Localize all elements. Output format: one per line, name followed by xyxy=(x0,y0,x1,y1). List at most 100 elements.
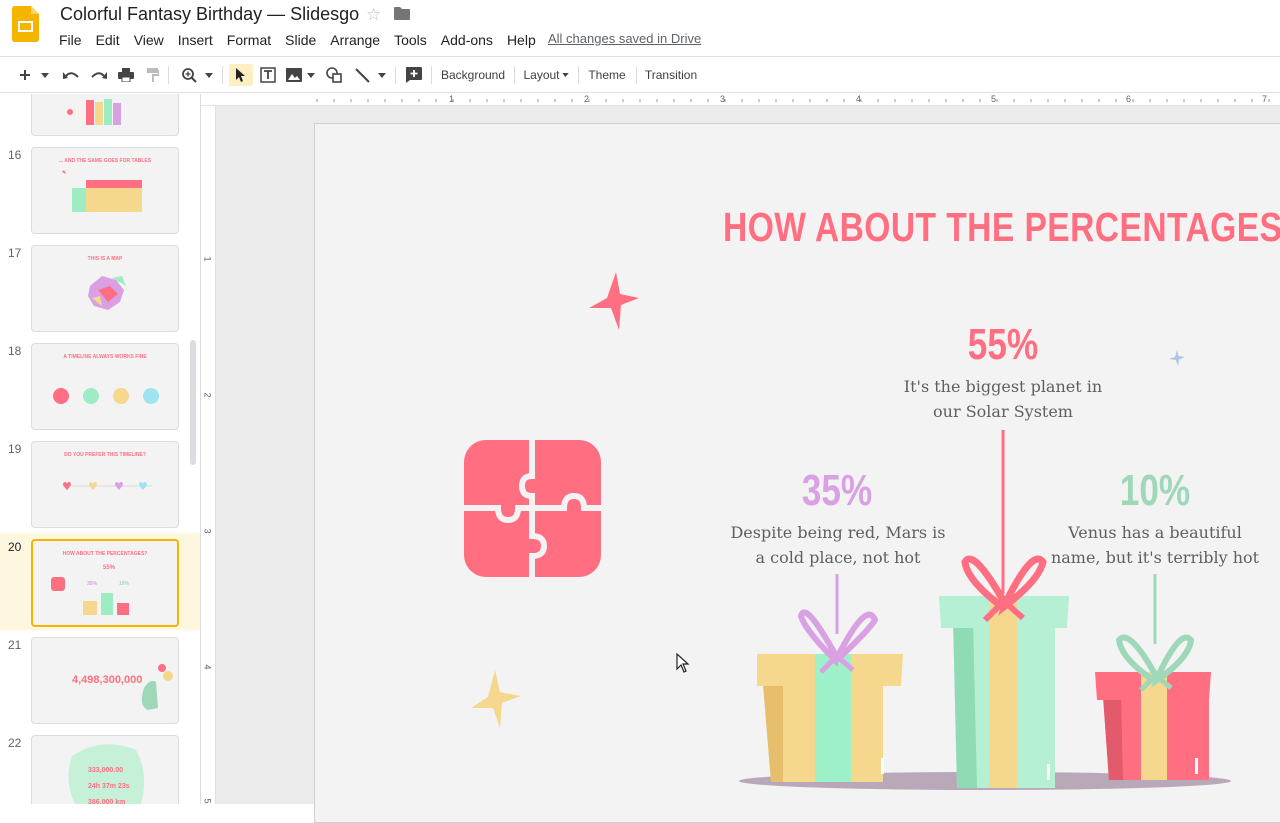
redo-icon xyxy=(91,72,107,79)
ruler-label: 6 xyxy=(1126,94,1132,104)
cursor-arrow-icon xyxy=(236,68,245,82)
blue-star-icon[interactable] xyxy=(1169,350,1185,366)
svg-text:♥: ♥ xyxy=(114,480,124,493)
slide-number: 21 xyxy=(8,638,22,652)
star-icon[interactable]: ☆ xyxy=(366,5,381,25)
new-slide-dropdown[interactable] xyxy=(38,64,52,86)
line-tool[interactable] xyxy=(350,64,374,86)
background-button[interactable]: Background xyxy=(436,64,510,86)
folder-icon[interactable] xyxy=(394,7,410,20)
yellow-star-icon[interactable] xyxy=(471,670,521,728)
toolbar: Background Layout Theme Transition xyxy=(0,56,1280,93)
svg-text:386,000 km: 386,000 km xyxy=(88,799,125,804)
insert-image-dropdown[interactable] xyxy=(305,64,317,86)
app-header: Colorful Fantasy Birthday — Slidesgo ☆ F… xyxy=(0,0,1280,56)
menu-insert[interactable]: Insert xyxy=(171,30,220,50)
slide-thumbnail-20[interactable]: HOW ABOUT THE PERCENTAGES? 55% 35% 10% xyxy=(31,539,179,627)
caret-down-icon xyxy=(307,72,315,78)
menu-slide[interactable]: Slide xyxy=(278,30,323,50)
theme-button[interactable]: Theme xyxy=(583,64,631,86)
layout-button[interactable]: Layout xyxy=(519,64,573,86)
line-tool-dropdown[interactable] xyxy=(376,64,388,86)
gift-boxes-illustration[interactable] xyxy=(735,424,1235,804)
thumbnail-dinosaur-image xyxy=(141,664,173,710)
caret-down-icon xyxy=(41,72,49,78)
stat-description-55[interactable]: It's the biggest planet in our Solar Sys… xyxy=(873,374,1133,424)
ruler-label: 2 xyxy=(202,392,213,398)
thumbnail-chart-image xyxy=(67,99,121,125)
slide-title[interactable]: HOW ABOUT THE PERCENTAGES? xyxy=(723,204,1280,251)
menu-addons[interactable]: Add-ons xyxy=(434,30,500,50)
insert-image-button[interactable] xyxy=(283,64,305,86)
slide-20-canvas[interactable]: HOW ABOUT THE PERCENTAGES? 55% It's the … xyxy=(314,123,1280,823)
filmstrip-scrollbar[interactable] xyxy=(190,340,196,465)
svg-text:10%: 10% xyxy=(119,581,130,587)
ruler-label: 5 xyxy=(202,798,213,804)
redo-button[interactable] xyxy=(86,64,112,86)
puzzle-icon[interactable] xyxy=(464,440,602,578)
shape-tool[interactable] xyxy=(322,64,346,86)
ruler-label: 5 xyxy=(991,94,997,104)
paint-format-button[interactable] xyxy=(141,64,165,86)
slide-thumbnail-15[interactable] xyxy=(31,94,179,136)
slide-thumbnail-21[interactable]: 4,498,300,000 xyxy=(31,637,179,724)
horizontal-ruler[interactable]: 1 2 3 4 5 6 7 xyxy=(201,94,1280,106)
select-tool[interactable] xyxy=(229,64,253,86)
menu-help[interactable]: Help xyxy=(500,30,543,50)
slide-thumbnail-18[interactable]: A TIMELINE ALWAYS WORKS FINE xyxy=(31,343,179,430)
print-button[interactable] xyxy=(113,64,139,86)
slide-thumbnail-19[interactable]: DO YOU PREFER THIS TIMELINE? ♥ ♥ ♥ ♥ xyxy=(31,441,179,528)
svg-text:55%: 55% xyxy=(103,565,116,571)
slides-logo-icon[interactable] xyxy=(12,6,39,42)
text-box-icon xyxy=(260,67,276,83)
svg-text:♥: ♥ xyxy=(138,480,148,493)
transition-button[interactable]: Transition xyxy=(640,64,702,86)
add-comment-button[interactable] xyxy=(402,64,426,86)
menu-bar: File Edit View Insert Format Slide Arran… xyxy=(52,30,543,50)
slide-number: 19 xyxy=(8,442,22,456)
menu-tools[interactable]: Tools xyxy=(387,30,434,50)
zoom-icon xyxy=(181,67,197,83)
text-box-tool[interactable] xyxy=(256,64,280,86)
slide-number: 16 xyxy=(8,148,22,162)
slide-number: 18 xyxy=(8,344,22,358)
zoom-button[interactable] xyxy=(176,64,202,86)
caret-down-icon xyxy=(378,72,386,78)
slide-thumbnail-22[interactable]: 333,000.00 24h 37m 23s 386,000 km xyxy=(31,735,179,804)
plus-icon xyxy=(20,70,30,80)
mouse-cursor-icon xyxy=(676,653,690,673)
stat-line: It's the biggest planet in xyxy=(903,377,1103,396)
thumbnail-map-image xyxy=(88,276,126,310)
save-status-link[interactable]: All changes saved in Drive xyxy=(548,31,701,46)
slide-thumbnail-16[interactable]: ... AND THE SAME GOES FOR TABLES xyxy=(31,147,179,234)
menu-edit[interactable]: Edit xyxy=(89,30,127,50)
menu-file[interactable]: File xyxy=(52,30,89,50)
printer-icon xyxy=(118,68,134,82)
paint-roller-icon xyxy=(147,68,159,82)
layout-label: Layout xyxy=(523,68,560,82)
svg-text:35%: 35% xyxy=(87,581,98,587)
svg-text:♥: ♥ xyxy=(88,480,98,493)
document-title[interactable]: Colorful Fantasy Birthday — Slidesgo xyxy=(60,4,359,25)
ruler-label: 1 xyxy=(449,94,455,104)
slide-thumbnail-17[interactable]: THIS IS A MAP xyxy=(31,245,179,332)
line-icon xyxy=(354,67,370,83)
ruler-label: 3 xyxy=(202,528,213,534)
stat-value-55[interactable]: 55% xyxy=(923,320,1083,370)
pink-star-icon[interactable] xyxy=(589,272,639,332)
add-comment-icon xyxy=(406,67,422,83)
caret-down-icon xyxy=(561,73,569,77)
ruler-ticks xyxy=(316,99,1270,102)
menu-format[interactable]: Format xyxy=(220,30,278,50)
slide-number: 17 xyxy=(8,246,22,260)
menu-view[interactable]: View xyxy=(127,30,171,50)
new-slide-button[interactable] xyxy=(14,64,36,86)
menu-arrange[interactable]: Arrange xyxy=(323,30,387,50)
svg-text:♥: ♥ xyxy=(62,480,72,493)
undo-button[interactable] xyxy=(58,64,84,86)
ruler-label: 3 xyxy=(720,94,726,104)
vertical-ruler[interactable]: 1 2 3 4 5 xyxy=(201,106,216,804)
slide-filmstrip[interactable]: 16 ... AND THE SAME GOES FOR TABLES 17 T… xyxy=(0,94,201,804)
svg-text:24h 37m 23s: 24h 37m 23s xyxy=(88,783,130,790)
zoom-dropdown[interactable] xyxy=(203,64,215,86)
